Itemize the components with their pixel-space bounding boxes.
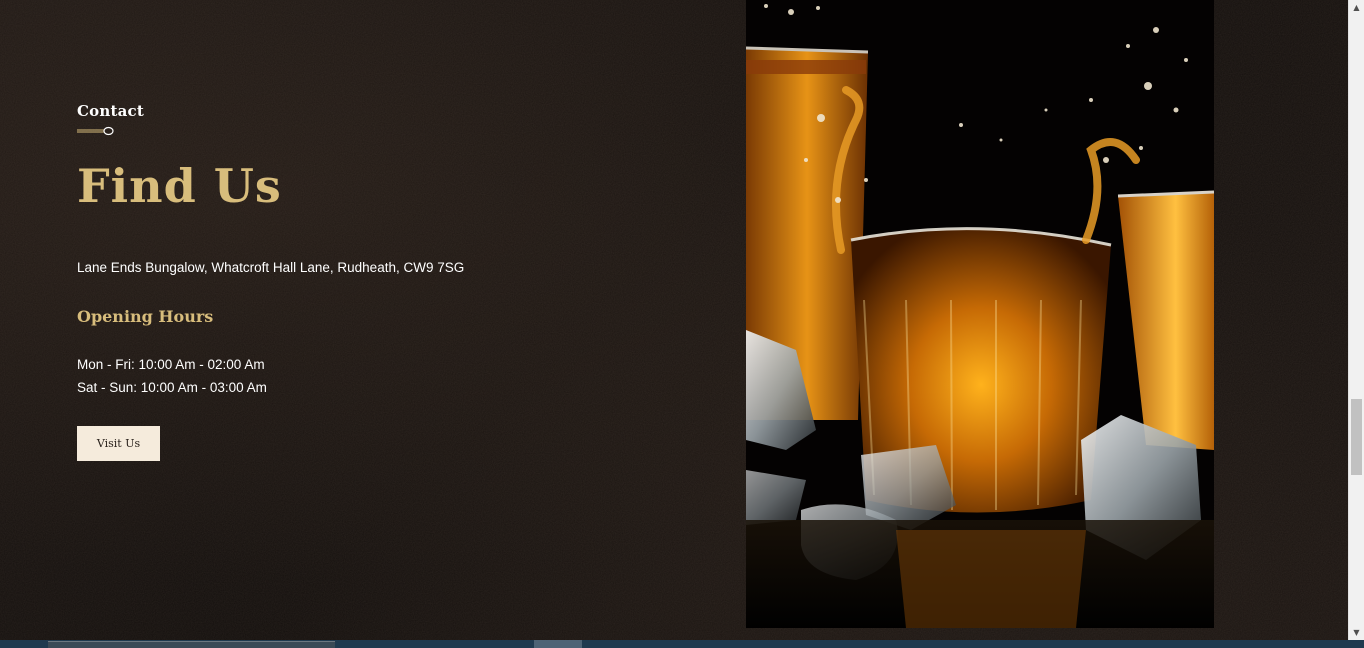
spoon-divider-icon [77,126,114,136]
chevron-down-icon[interactable]: ▼ [1349,625,1364,640]
scrollbar-thumb[interactable] [1351,399,1362,476]
hours-weekday: Mon - Fri: 10:00 Am - 02:00 Am [77,357,265,372]
visit-us-button[interactable]: Visit Us [77,426,160,461]
section-title: Find Us [77,159,282,213]
chevron-up-icon[interactable]: ▲ [1349,0,1364,15]
opening-hours-heading: Opening Hours [77,307,214,326]
os-taskbar [0,640,1364,648]
section-subtitle: Contact [77,102,144,120]
hours-weekend: Sat - Sun: 10:00 Am - 03:00 Am [77,380,267,395]
find-us-section: Contact Find Us Lane Ends Bungalow, What… [77,0,697,640]
vertical-scrollbar[interactable]: ▲ ▼ [1348,0,1364,640]
whiskey-glasses-photo [746,0,1214,628]
taskbar-search-box[interactable] [48,641,335,648]
address-text: Lane Ends Bungalow, Whatcroft Hall Lane,… [77,260,465,275]
page: Contact Find Us Lane Ends Bungalow, What… [0,0,1364,648]
taskbar-active-app[interactable] [534,640,582,648]
